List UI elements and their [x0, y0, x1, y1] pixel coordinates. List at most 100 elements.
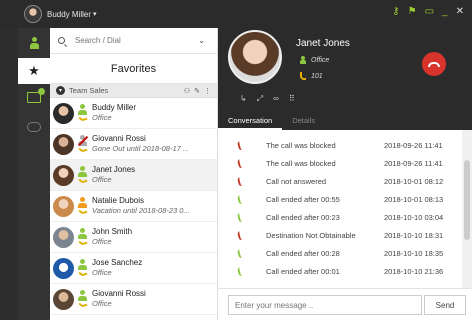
call-log-row: The call was blocked 2018-09-26 11:41 — [218, 136, 462, 154]
call-log-scrollbar[interactable] — [462, 130, 472, 288]
minimize-icon[interactable]: _ — [442, 6, 448, 17]
hangup-icon — [428, 61, 440, 67]
expand-icon[interactable]: ⤢ — [257, 94, 263, 104]
contact-name: Jose Sanchez — [92, 258, 143, 267]
contact-name: Natalie Dubois — [92, 196, 145, 205]
search-icon — [58, 37, 65, 44]
call-log: The call was blocked 2018-09-26 11:41 The … — [218, 130, 462, 288]
group-header-team-sales[interactable]: ▾ Team Sales ⚇ ✎ ⋮ — [50, 84, 217, 98]
title-bar-actions: ⚷ ⚑ ▭ _ ✕ — [392, 6, 464, 17]
transfer-icon[interactable]: ↳ — [240, 94, 247, 104]
call-log-date: 2018-09-26 11:41 — [384, 158, 443, 168]
favorites-title: Favorites — [50, 54, 217, 84]
avatar — [53, 226, 74, 248]
call-log-date: 2018-10-10 21:36 — [384, 266, 444, 276]
presence-icon — [78, 228, 88, 247]
notification-badge — [38, 87, 45, 95]
contact-name: Janet Jones — [296, 38, 350, 49]
presence-icon — [300, 56, 306, 64]
more-icon[interactable]: ⋮ — [204, 87, 211, 95]
call-icon — [236, 193, 246, 205]
presence-icon — [78, 104, 88, 123]
nav-rail: ★ — [18, 28, 50, 320]
rail-favorites[interactable]: ★ — [18, 58, 50, 84]
contact-photo — [228, 30, 282, 84]
contact-row[interactable]: Giovanni Rossi Office — [50, 284, 217, 315]
avatar — [53, 257, 74, 279]
contact-row[interactable]: Janet Jones Office — [50, 160, 217, 191]
contact-name: Giovanni Rossi — [92, 289, 146, 298]
call-log-text: Call ended after 00:55 — [266, 194, 340, 204]
call-log-row: The call was blocked 2018-09-26 11:41 — [218, 154, 462, 172]
rail-cloud[interactable] — [18, 114, 50, 140]
flag-icon[interactable]: ⚑ — [408, 6, 417, 17]
call-log-row: Call ended after 00:55 2018-10-01 08:13 — [218, 190, 462, 208]
contact-name: John Smith — [92, 227, 133, 236]
user-avatar[interactable] — [24, 5, 42, 23]
call-icon — [236, 265, 246, 277]
contact-status: Gone Out until 2018-08-17 ... — [92, 144, 190, 153]
call-log-date: 2018-10-01 08:13 — [384, 194, 444, 204]
contact-status: Office — [92, 299, 112, 308]
voicemail-icon[interactable]: ∞ — [273, 94, 279, 104]
group-name: Team Sales — [69, 86, 109, 95]
contact-list: Buddy Miller Office Giovanni Rossi Gone Out… — [50, 98, 217, 315]
tab-details[interactable]: Details — [282, 112, 325, 130]
presence-icon — [78, 197, 88, 216]
contact-row[interactable]: Jose Sanchez Office — [50, 253, 217, 284]
call-log-text: Call not answered — [266, 176, 327, 186]
contact-location: Office — [300, 56, 329, 64]
contact-row[interactable]: John Smith Office — [50, 222, 217, 253]
call-log-text: Call ended after 00:23 — [266, 212, 340, 222]
call-log-text: Call ended after 00:28 — [266, 248, 340, 258]
board-icon — [27, 87, 45, 103]
contact-status: Office — [92, 175, 112, 184]
detail-tabs: Conversation Details — [218, 112, 472, 130]
avatar — [53, 195, 74, 217]
rail-contacts[interactable] — [18, 30, 50, 56]
avatar — [53, 102, 74, 124]
contact-row[interactable]: Natalie Dubois Vacation until 2018-08-23 … — [50, 191, 217, 222]
call-log-row: Call ended after 00:01 2018-10-10 21:36 — [218, 262, 462, 280]
call-log-date: 2018-10-10 18:31 — [384, 230, 444, 240]
contact-status: Office — [92, 268, 112, 277]
call-log-row: Call ended after 00:28 2018-10-10 18:35 — [218, 244, 462, 262]
avatar — [53, 133, 74, 155]
user-name[interactable]: Buddy Miller — [47, 10, 91, 19]
hangup-button[interactable] — [422, 52, 446, 76]
message-input[interactable] — [228, 295, 422, 315]
group-actions: ⚇ ✎ ⋮ — [184, 87, 211, 95]
call-icon — [236, 247, 246, 259]
contact-extension[interactable]: 101 — [300, 72, 323, 80]
contacts-panel: ⌄ Favorites ▾ Team Sales ⚇ ✎ ⋮ Buddy Mil… — [50, 28, 218, 320]
call-log-text: The call was blocked — [266, 158, 336, 168]
call-log-row: Destination Not Obtainable 2018-10-10 18:… — [218, 226, 462, 244]
missed-call-icon — [236, 139, 246, 151]
call-log-date: 2018-10-01 08:12 — [384, 176, 444, 186]
search-input[interactable] — [75, 36, 185, 45]
search-bar: ⌄ — [50, 28, 217, 54]
chevron-down-icon[interactable]: ⌄ — [198, 36, 205, 45]
contact-status: Office — [92, 237, 112, 246]
contact-detail-header: Janet Jones Office 101 ↳ ⤢ ∞ ⠿ Conversat… — [218, 28, 472, 130]
edit-icon[interactable]: ✎ — [194, 87, 200, 95]
collapse-icon[interactable]: ▾ — [56, 86, 65, 95]
contact-status: Office — [92, 113, 112, 122]
contact-row[interactable]: Giovanni Rossi Gone Out until 2018-08-17 … — [50, 129, 217, 160]
window-icon[interactable]: ▭ — [425, 6, 434, 17]
rail-board[interactable] — [18, 84, 50, 110]
add-user-icon[interactable]: ⚇ — [184, 87, 190, 95]
presence-icon — [78, 290, 88, 309]
call-log-row: Call not answered 2018-10-01 08:12 — [218, 172, 462, 190]
user-menu-caret[interactable]: ▾ — [93, 10, 97, 18]
call-log-text: The call was blocked — [266, 140, 336, 150]
contact-row[interactable]: Buddy Miller Office — [50, 98, 217, 129]
keypad-icon[interactable]: ⠿ — [289, 94, 295, 104]
send-button[interactable]: Send — [424, 295, 466, 315]
key-icon[interactable]: ⚷ — [392, 6, 399, 17]
missed-call-icon — [236, 229, 246, 241]
close-icon[interactable]: ✕ — [456, 6, 464, 17]
scrollbar-thumb[interactable] — [464, 160, 470, 240]
tab-conversation[interactable]: Conversation — [218, 112, 283, 130]
contact-status: Vacation until 2018-08-23 0... — [92, 206, 190, 215]
